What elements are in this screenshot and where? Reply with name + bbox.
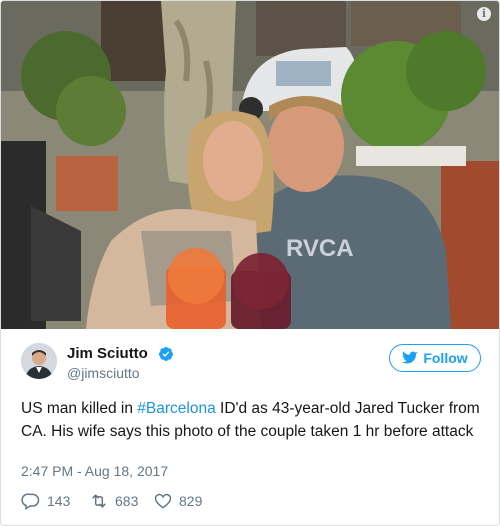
twitter-bird-icon <box>402 351 419 364</box>
couple-photo-illustration: RVCA <box>1 1 499 329</box>
follow-label: Follow <box>423 350 468 366</box>
avatar-image <box>21 343 57 379</box>
author-handle[interactable]: @jimsciutto <box>67 365 140 381</box>
like-count: 829 <box>179 493 203 509</box>
verified-badge-icon <box>159 347 173 361</box>
avatar[interactable] <box>21 343 57 379</box>
reply-action[interactable]: 143 <box>21 491 70 511</box>
reply-icon <box>21 493 40 510</box>
tweet-header: Jim Sciutto @jimsciutto Follow <box>21 343 483 383</box>
heart-icon <box>154 493 172 509</box>
tweet-text-part: US man killed in <box>21 400 138 417</box>
embedded-tweet-card: RVCA i Jim Sciutto @jimsciutto Follow US… <box>0 0 500 526</box>
follow-button[interactable]: Follow <box>389 344 481 372</box>
retweet-icon <box>92 494 106 508</box>
tweet-text: US man killed in #Barcelona ID'd as 43-y… <box>21 397 483 443</box>
shirt-logo-text: RVCA <box>286 235 354 262</box>
like-action[interactable]: 829 <box>153 491 202 511</box>
hashtag-link[interactable]: #Barcelona <box>137 400 215 417</box>
reply-count: 143 <box>47 493 71 509</box>
retweet-action[interactable]: 683 <box>89 491 138 511</box>
retweet-count: 683 <box>115 493 139 509</box>
author-name[interactable]: Jim Sciutto <box>67 345 148 362</box>
info-icon[interactable]: i <box>477 7 491 21</box>
tweet-photo[interactable]: RVCA i <box>1 1 499 329</box>
tweet-timestamp[interactable]: 2:47 PM - Aug 18, 2017 <box>21 463 168 479</box>
